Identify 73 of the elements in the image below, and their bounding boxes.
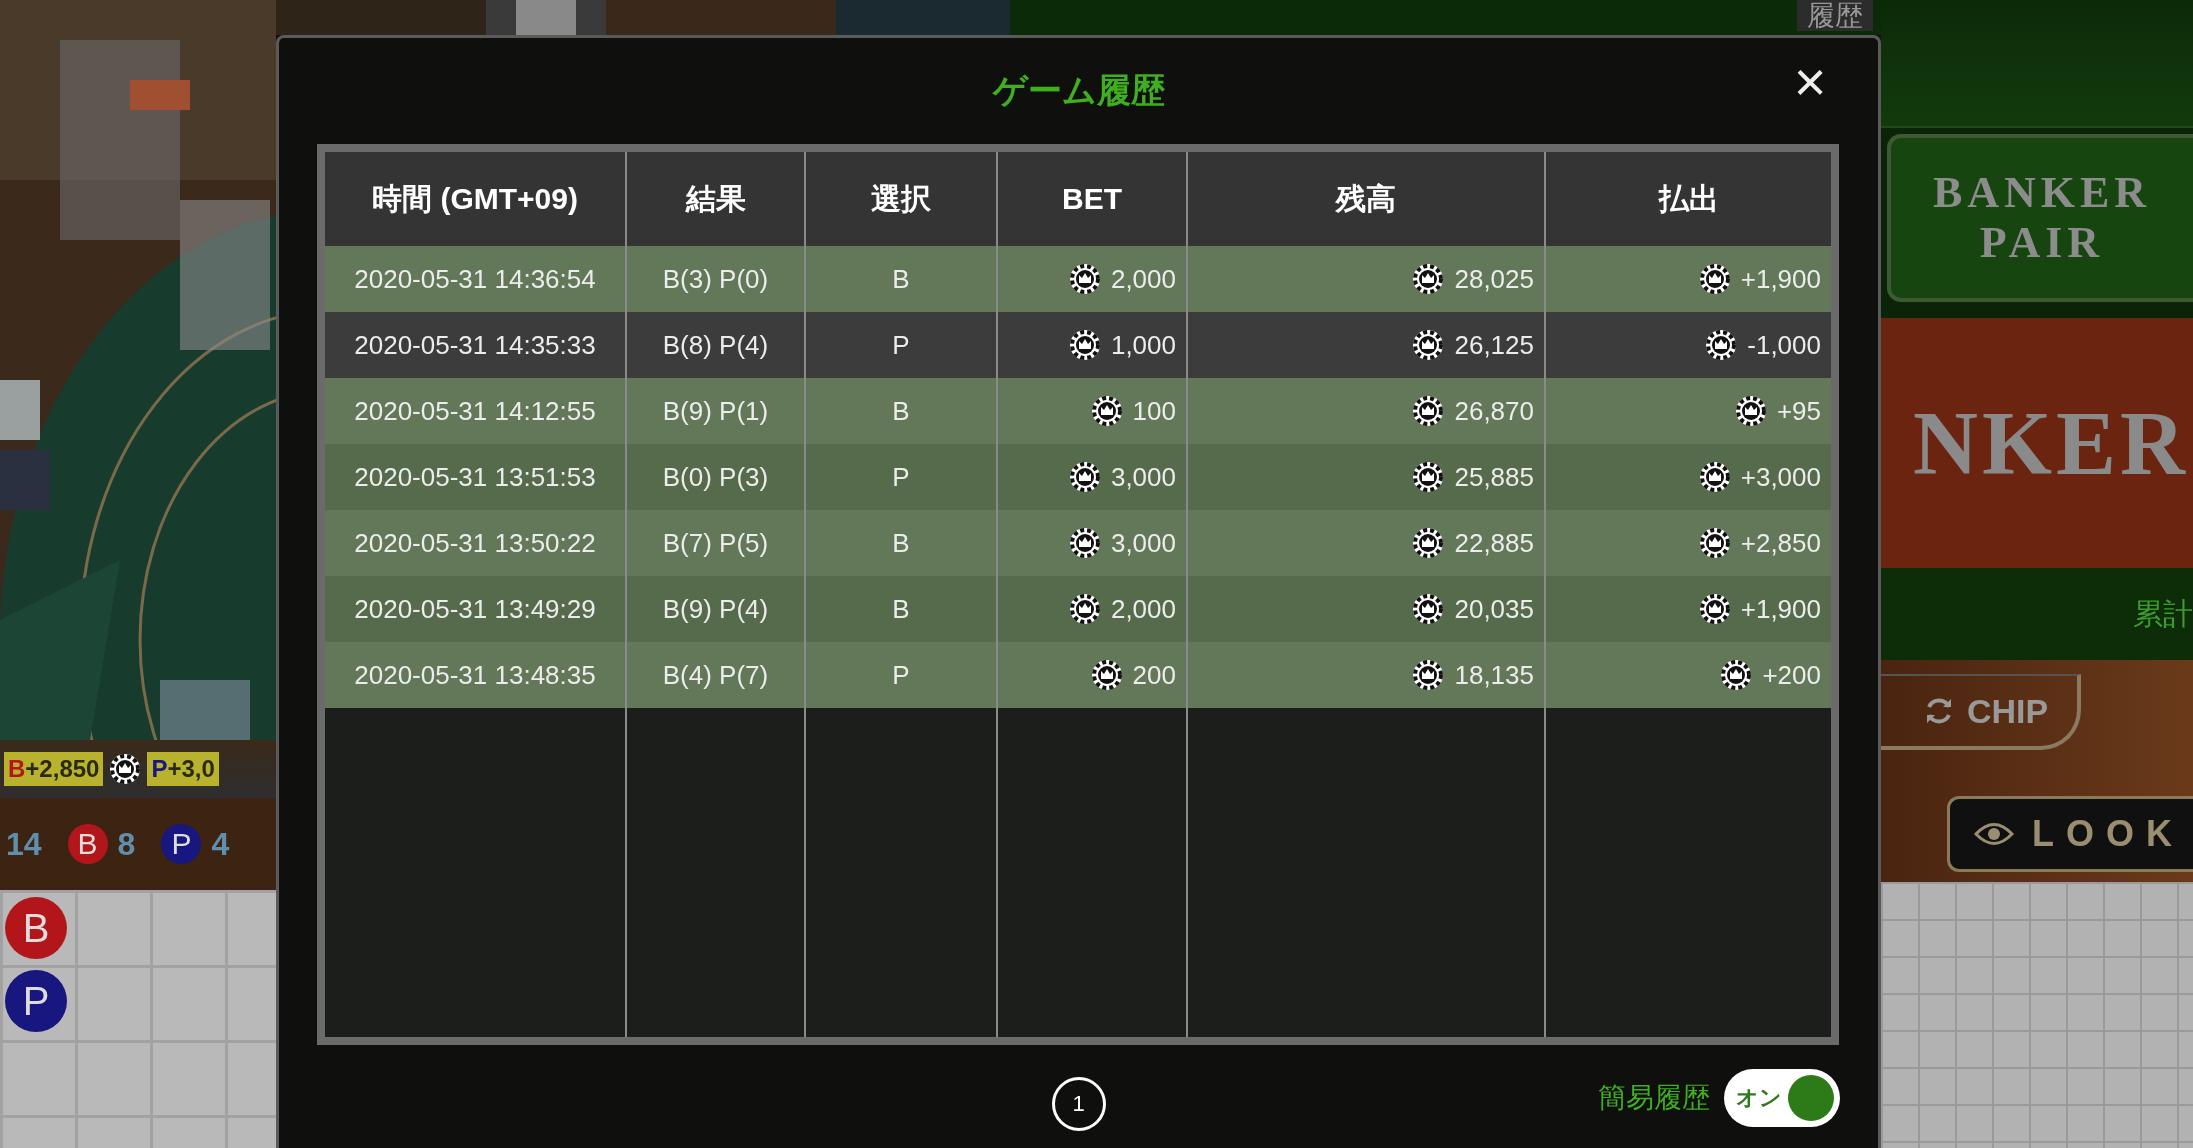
chip-icon	[1068, 461, 1101, 493]
amount-text: +95	[1776, 395, 1821, 427]
amount-text: +200	[1762, 659, 1821, 691]
amount-text: 25,885	[1454, 461, 1534, 493]
chip-button[interactable]: CHIP	[1881, 674, 2081, 750]
side-count: 4	[211, 825, 230, 863]
banker-pair-bet-area[interactable]: BANKER PAIR	[1887, 134, 2193, 302]
chip-icon	[1698, 527, 1731, 559]
cumulative-label: 累計	[2133, 595, 2193, 632]
amount-text: 26,125	[1454, 329, 1534, 361]
table-cell: 2020-05-31 13:48:35	[321, 642, 626, 708]
chip-icon	[1412, 461, 1445, 493]
dialog-title: ゲーム履歴	[992, 70, 1165, 111]
result-pill: B+2,850	[4, 752, 104, 786]
amount-text: +1,900	[1740, 263, 1821, 295]
chip-icon	[1412, 659, 1445, 691]
chip-icon	[1698, 263, 1731, 295]
amount-text: 20,035	[1454, 593, 1534, 625]
chip-icon	[1698, 461, 1731, 493]
table-cell: 2020-05-31 13:49:29	[321, 576, 626, 642]
simple-history-label: 簡易履歴	[1598, 1081, 1710, 1115]
chip-icon	[1090, 659, 1123, 691]
result-pill: P+3,0	[147, 752, 219, 786]
page-button[interactable]: 1	[1051, 1076, 1106, 1131]
amount-text: +3,000	[1740, 461, 1821, 493]
chip-icon	[1734, 395, 1767, 427]
amount-text: +1,900	[1740, 593, 1821, 625]
amount-text: -1,000	[1747, 329, 1821, 361]
table-cell: 2020-05-31 14:36:54	[321, 246, 626, 312]
side-count: 8	[117, 825, 136, 863]
table-cell: 2020-05-31 14:35:33	[321, 312, 626, 378]
amount-text: 26,870	[1454, 395, 1534, 427]
chip-icon	[1412, 263, 1445, 295]
total-count: 14	[6, 825, 42, 863]
table-cell: 2020-05-31 13:51:53	[321, 444, 626, 510]
amount-text: 200	[1132, 659, 1176, 691]
chip-icon	[1412, 395, 1445, 427]
amount-text: 100	[1132, 395, 1176, 427]
amount-text: 18,135	[1454, 659, 1534, 691]
table-cell: B(4) P(7)	[626, 642, 805, 708]
banker-bet-area[interactable]: NKER	[1881, 318, 2193, 568]
road-marker: P	[5, 970, 67, 1032]
chip-icon	[1705, 329, 1738, 361]
chip-icon	[1090, 395, 1123, 427]
chip-icon	[1412, 593, 1445, 625]
eye-icon	[1974, 821, 2014, 847]
amount-text: 3,000	[1110, 461, 1176, 493]
road-marker: B	[5, 897, 67, 959]
amount-text: 22,885	[1454, 527, 1534, 559]
chip-icon	[1412, 527, 1445, 559]
amount-text: 3,000	[1110, 527, 1176, 559]
chip-icon	[1698, 593, 1731, 625]
side-badge: B	[67, 824, 108, 864]
close-button[interactable]: ×	[1784, 56, 1836, 108]
amount-text: 28,025	[1454, 263, 1534, 295]
table-cell: 2020-05-31 14:12:55	[321, 378, 626, 444]
history-tab[interactable]: 履歴	[1797, 0, 1873, 31]
amount-text: 1,000	[1110, 329, 1176, 361]
chip-icon	[1068, 593, 1101, 625]
chip-icon	[1068, 527, 1101, 559]
side-badge: P	[161, 824, 202, 864]
chip-icon	[1720, 659, 1753, 691]
look-button[interactable]: LOOK	[1947, 796, 2193, 872]
amount-text: 2,000	[1110, 593, 1176, 625]
chip-icon	[109, 753, 142, 785]
amount-text: 2,000	[1110, 263, 1176, 295]
chip-icon	[1068, 263, 1101, 295]
chip-icon	[1412, 329, 1445, 361]
chip-icon	[1068, 329, 1101, 361]
amount-text: +2,850	[1740, 527, 1821, 559]
table-cell: 2020-05-31 13:50:22	[321, 510, 626, 576]
table-cell: P	[805, 642, 997, 708]
toggle-switch[interactable]: オン	[1724, 1069, 1840, 1127]
